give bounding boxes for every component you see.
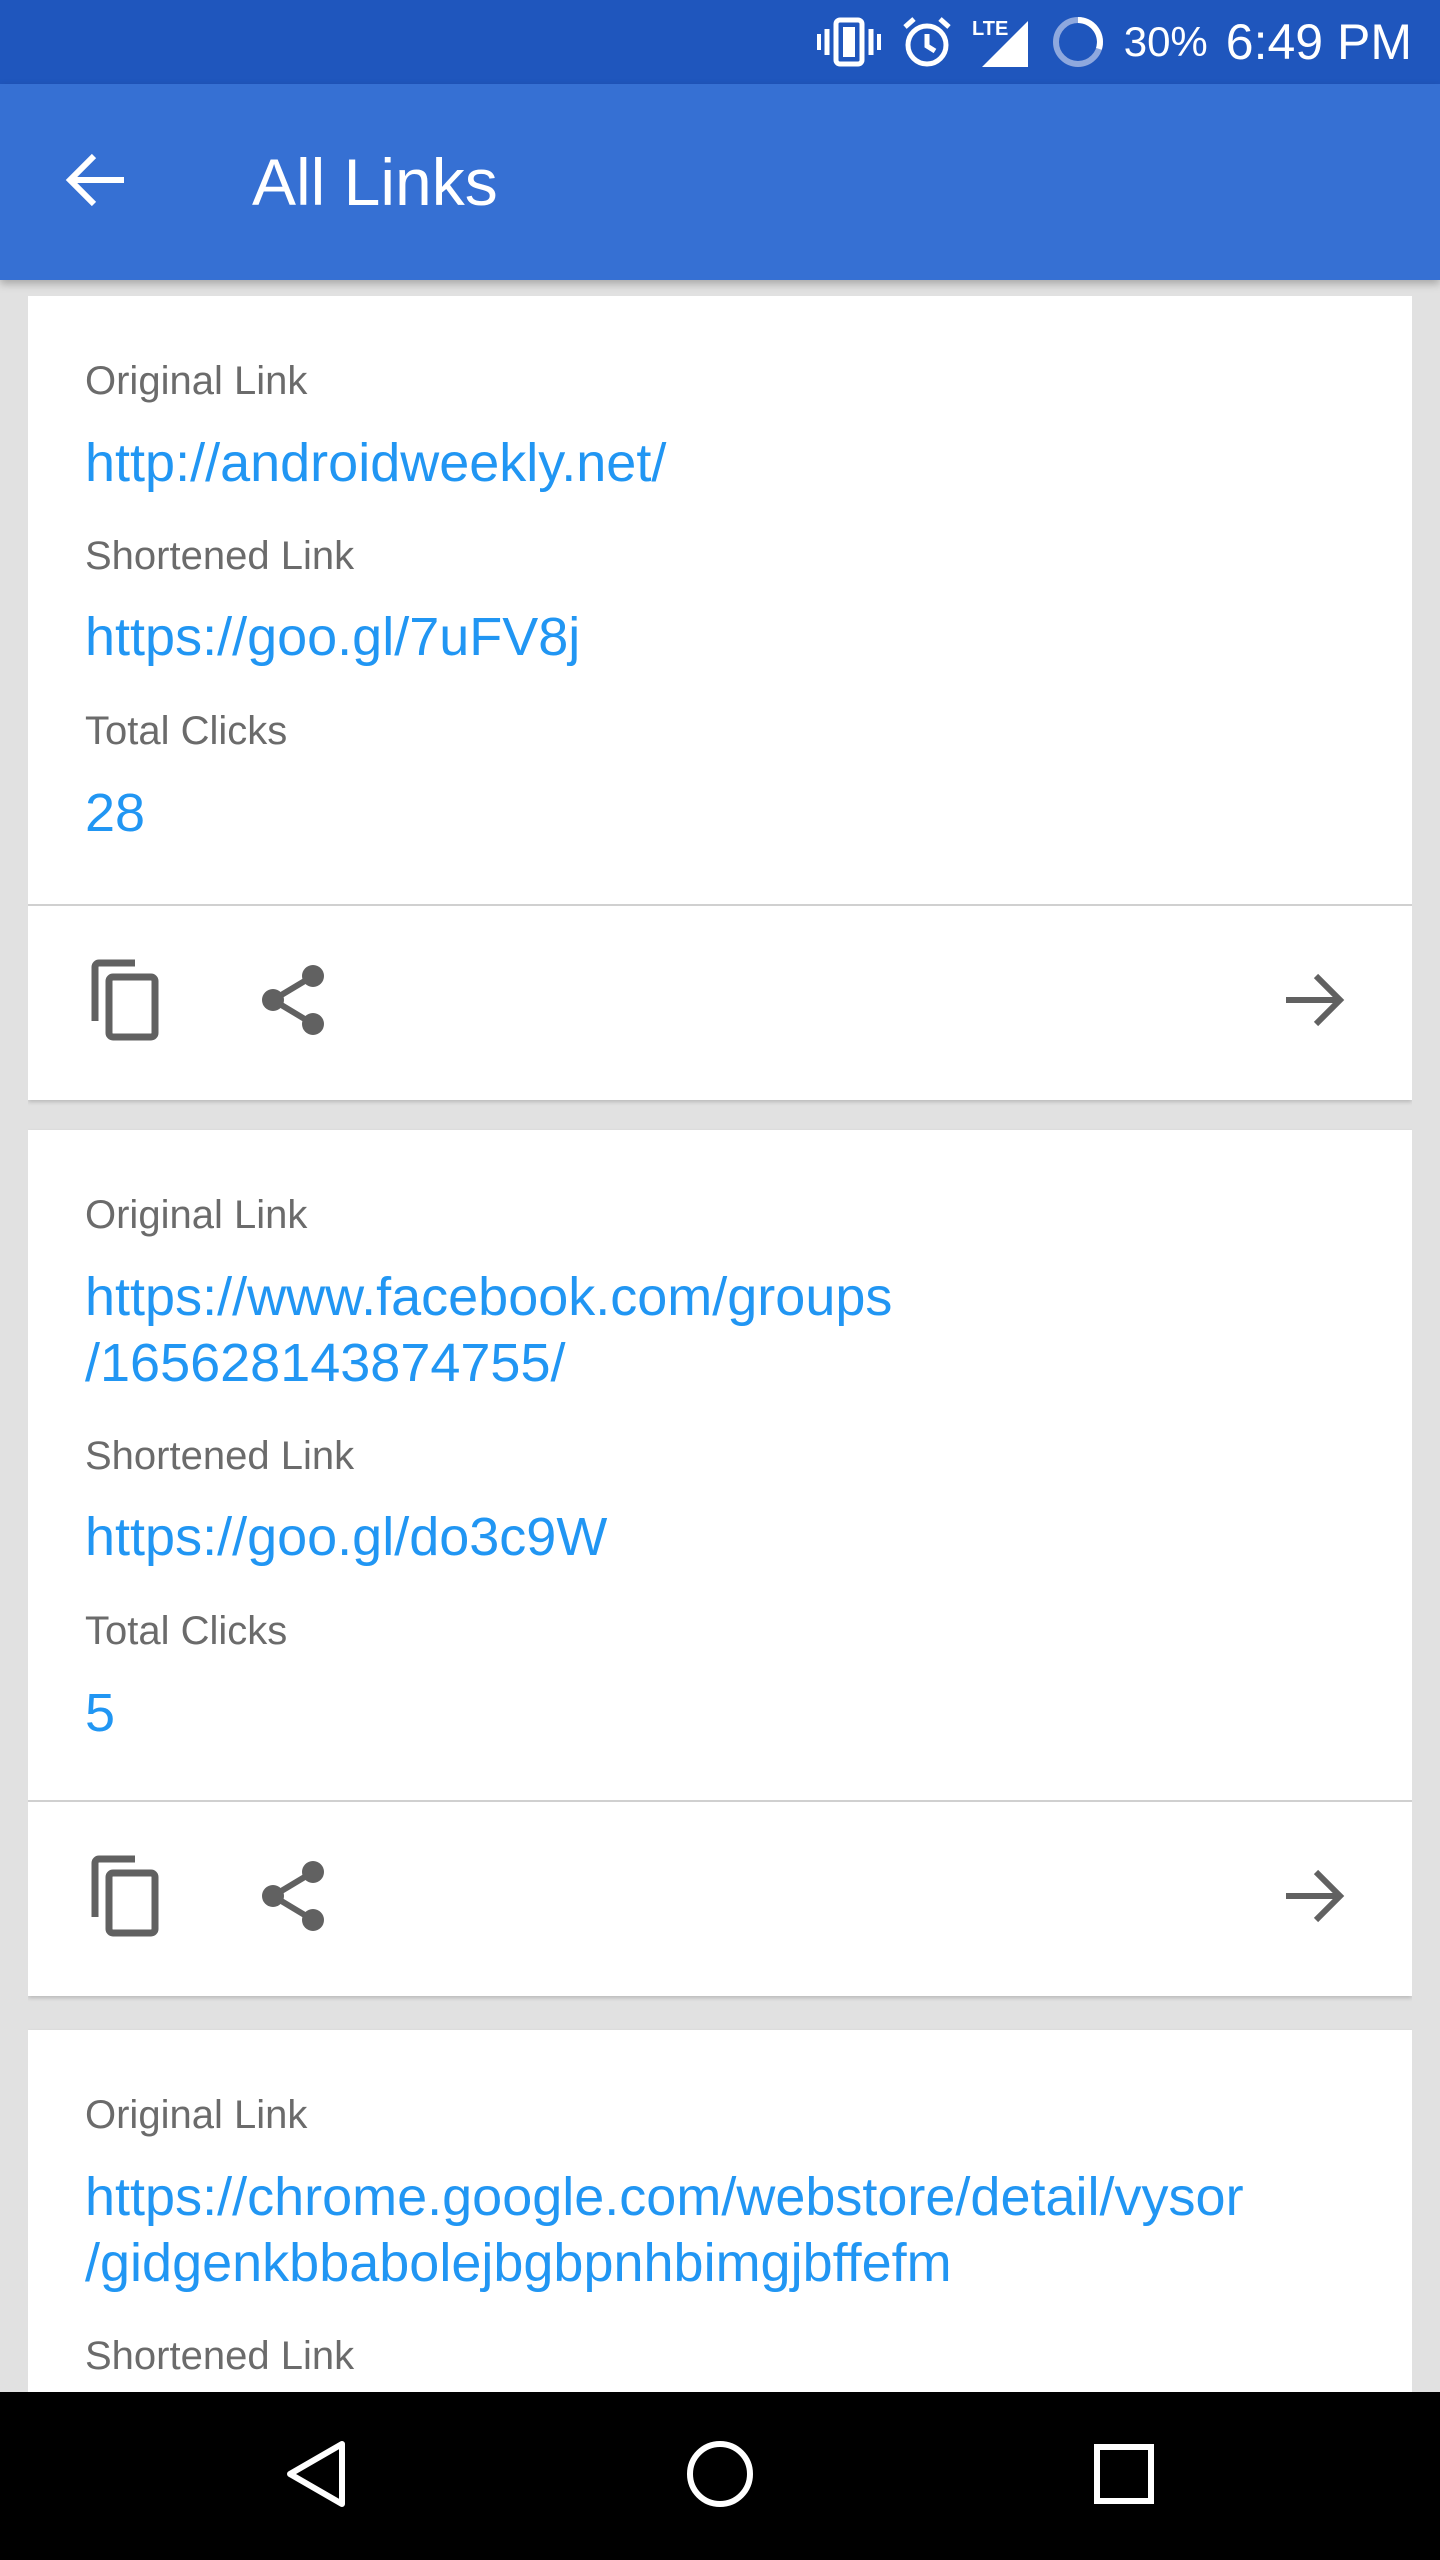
status-icons: LTE 30% 6:49 PM: [816, 0, 1412, 84]
home-circle-icon: [684, 2438, 756, 2515]
original-link-label: Original Link: [85, 2093, 308, 2137]
nav-home-button[interactable]: [670, 2426, 770, 2526]
original-link-label: Original Link: [85, 359, 308, 403]
links-list[interactable]: Original Link http://androidweekly.net/ …: [28, 296, 1412, 2392]
clock: 6:49 PM: [1225, 14, 1412, 70]
original-link-line: /gidgenkbbabolejbgbpnhbimgjbffefm: [85, 2233, 952, 2293]
divider: [28, 1800, 1412, 1802]
copy-icon: [87, 1855, 161, 1942]
copy-button[interactable]: [76, 954, 172, 1050]
shortened-link-label: Shortened Link: [85, 2334, 355, 2378]
recents-square-icon: [1092, 2442, 1156, 2511]
app-bar: All Links: [0, 84, 1440, 280]
original-link-value[interactable]: https://chrome.google.com/webstore/detai…: [85, 2164, 1375, 2296]
share-button[interactable]: [246, 954, 342, 1050]
open-details-button[interactable]: [1266, 1850, 1362, 1946]
back-button[interactable]: [56, 142, 136, 222]
status-bar: LTE 30% 6:49 PM: [0, 0, 1440, 84]
original-link-line: /165628143874755/: [85, 1333, 566, 1393]
back-triangle-icon: [284, 2438, 348, 2515]
arrow-back-icon: [64, 148, 128, 217]
copy-button[interactable]: [76, 1850, 172, 1946]
total-clicks-label: Total Clicks: [85, 1609, 288, 1653]
shortened-link-label: Shortened Link: [85, 1434, 355, 1478]
nav-back-button[interactable]: [266, 2426, 366, 2526]
lte-signal-icon: LTE: [972, 15, 1032, 69]
share-button[interactable]: [246, 1850, 342, 1946]
arrow-forward-icon: [1282, 1864, 1346, 1933]
vibrate-icon: [816, 17, 882, 67]
total-clicks-value: 28: [85, 783, 146, 843]
battery-level: 30%: [1123, 18, 1208, 65]
original-link-line: https://www.facebook.com/groups: [85, 1267, 893, 1327]
open-details-button[interactable]: [1266, 954, 1362, 1050]
link-card: Original Link https://chrome.google.com/…: [28, 2030, 1412, 2392]
total-clicks-label: Total Clicks: [85, 709, 288, 753]
share-icon: [259, 964, 329, 1041]
original-link-value[interactable]: http://androidweekly.net/: [85, 430, 1375, 496]
shortened-link-label: Shortened Link: [85, 534, 355, 578]
original-link-label: Original Link: [85, 1193, 308, 1237]
shortened-link-value[interactable]: https://goo.gl/7uFV8j: [85, 604, 1375, 670]
arrow-forward-icon: [1282, 968, 1346, 1037]
nav-recents-button[interactable]: [1074, 2426, 1174, 2526]
divider: [28, 904, 1412, 906]
link-card: Original Link https://www.facebook.com/g…: [28, 1130, 1412, 1996]
link-card: Original Link http://androidweekly.net/ …: [28, 296, 1412, 1100]
alarm-icon: [900, 15, 954, 69]
shortened-link-value[interactable]: https://goo.gl/do3c9W: [85, 1504, 1375, 1570]
total-clicks-value: 5: [85, 1683, 116, 1743]
share-icon: [259, 1860, 329, 1937]
page-title: All Links: [252, 145, 498, 219]
svg-text:LTE: LTE: [972, 18, 1008, 40]
original-link-value[interactable]: https://www.facebook.com/groups /1656281…: [85, 1264, 1375, 1396]
original-link-line: https://chrome.google.com/webstore/detai…: [85, 2167, 1244, 2227]
battery-icon: [1050, 14, 1106, 70]
copy-icon: [87, 959, 161, 1046]
navigation-bar: [0, 2392, 1440, 2560]
